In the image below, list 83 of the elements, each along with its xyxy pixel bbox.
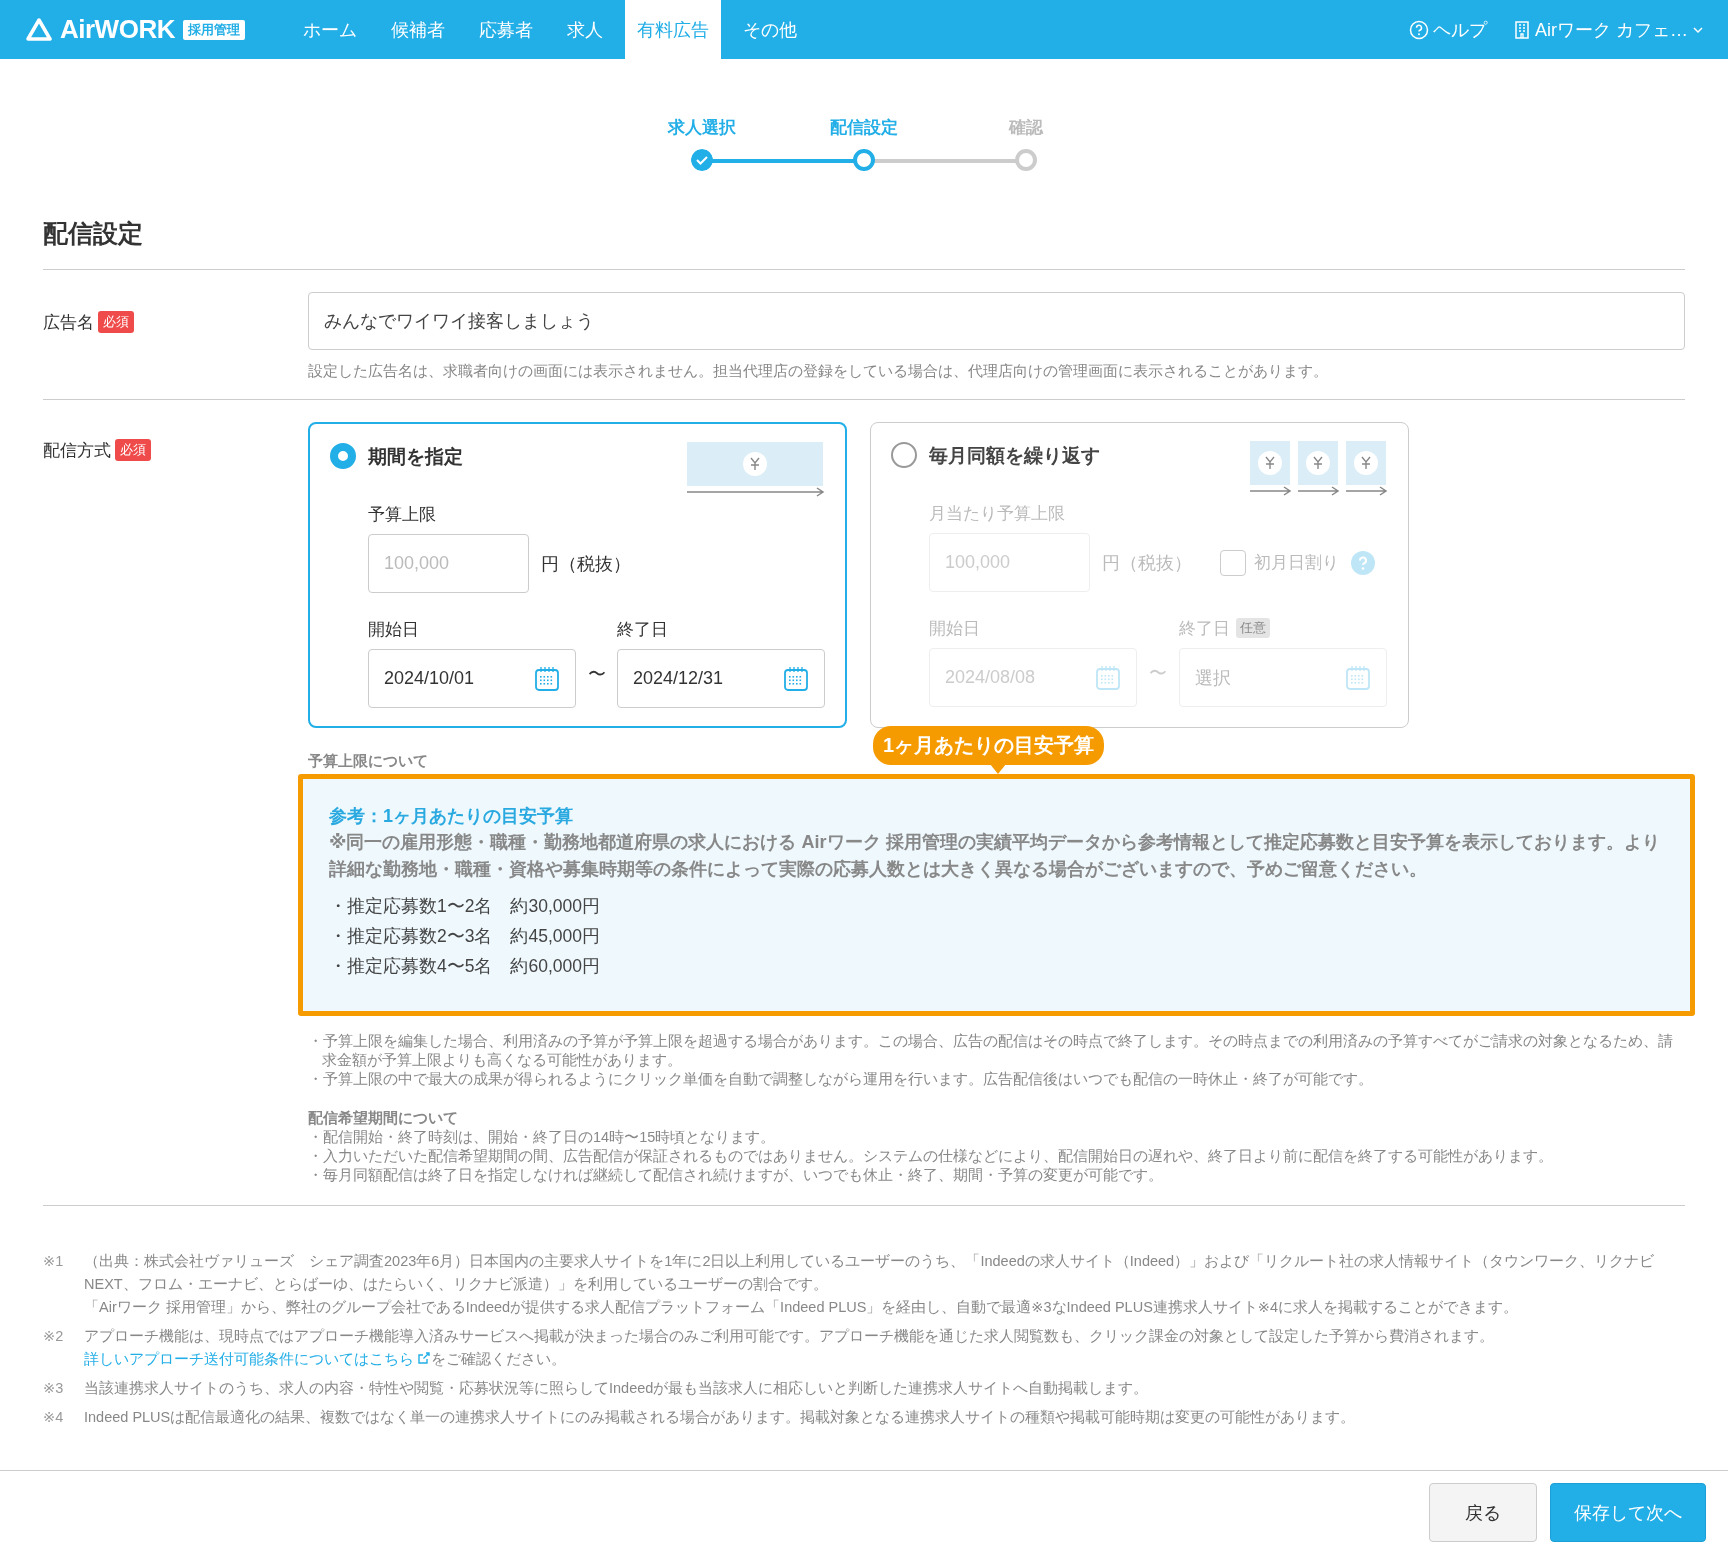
tilde-separator: 〜 bbox=[1148, 662, 1168, 685]
calendar-icon bbox=[534, 665, 560, 692]
field-label: 広告名 bbox=[43, 312, 94, 334]
optional-badge: 任意 bbox=[1236, 618, 1270, 638]
logo-icon bbox=[26, 17, 52, 42]
date-field[interactable]: 2024/12/31 bbox=[617, 649, 825, 708]
footnote-text: をご確認ください。 bbox=[431, 1351, 566, 1367]
timeline-icon bbox=[1250, 441, 1388, 497]
required-badge: 必須 bbox=[115, 439, 151, 461]
required-badge: 必須 bbox=[98, 311, 134, 333]
save-next-button[interactable]: 保存して次へ bbox=[1550, 1483, 1706, 1542]
calendar-icon bbox=[1095, 664, 1121, 691]
help-label: ヘルプ bbox=[1433, 18, 1487, 42]
footnote-text: Indeed PLUSは配信最適化の結果、複数ではなく単一の連携求人サイトにのみ掲載される場合があります。掲載対象となる連携求人サイトの種類や掲載可能時期は変更の可能性があります。 bbox=[84, 1408, 1357, 1427]
notes-heading: 配信希望期間について bbox=[308, 1109, 458, 1128]
footnote-link[interactable]: 詳しいアプローチ送付可能条件についてはこちら bbox=[84, 1351, 431, 1367]
field-label: 終了日 bbox=[617, 618, 668, 641]
note-text: ・入力いただいた配信希望期間の間、広告配信が保証されるものではありません。システムの仕様などにより、配信開始日の遅れや、終了日より前に配信を終了する可能性があります。 bbox=[308, 1147, 1554, 1166]
nav-tab[interactable]: 候補者 bbox=[378, 0, 457, 59]
checkbox-label: 初月日割り bbox=[1254, 552, 1339, 574]
callout-title: 参考：1ヶ月あたりの目安予算 bbox=[329, 805, 574, 828]
calendar-icon bbox=[1345, 664, 1371, 691]
logo-badge: 採用管理 bbox=[182, 19, 245, 40]
account-menu[interactable]: Airワーク カフェ… bbox=[1513, 17, 1704, 42]
help-icon bbox=[1409, 19, 1429, 40]
radio-button[interactable] bbox=[330, 443, 356, 469]
footnote-text: 「Airワーク 採用管理」から、弊社のグループ会社であるIndeedが提供する求人配信プラットフォーム「Indeed PLUS」を経由し、自動で最適※3なIndeed PLUS連携求人サイト※4に求人を掲載することができます。 bbox=[84, 1298, 1520, 1317]
field-label: 月当たり予算上限 bbox=[929, 502, 1066, 525]
note-text: ・予算上限を編集した場合、利用済みの予算が予算上限を超過する場合があります。この場合、広告の配信はその時点で終了します。その時点までの利用済みの予算すべてがご請求の対象となるため、請求金額が予算上限よりも高くなる可能性があります。 bbox=[308, 1032, 1674, 1070]
building-icon bbox=[1513, 19, 1531, 40]
hint-text: 設定した広告名は、求職者向けの画面には表示されません。担当代理店の登録をしている場合は、代理店向けの管理画面に表示されることがあります。 bbox=[308, 362, 1329, 381]
external-link-icon bbox=[417, 1351, 431, 1365]
footnote-text: （出典：株式会社ヴァリューズ シェア調査2023年6月）日本国内の主要求人サイトを1年に2日以上利用しているユーザーのうち、「Indeedの求人サイト（Indeed）」および「リクルート社の求人情報サイト（タウンワーク、リクナビNEXT、フロム・エーナビ、とらばーゆ、はたらいく、リクナビ派遣）」を利用しているユーザーの割合です。 bbox=[84, 1252, 1656, 1294]
logo-text: AirWORK bbox=[60, 14, 175, 45]
help-link[interactable]: ヘルプ bbox=[1409, 17, 1487, 42]
nav-tab[interactable]: 有料広告 bbox=[624, 0, 721, 59]
option-title: 毎月同額を繰り返す bbox=[929, 444, 1100, 468]
footnote-text: アプローチ機能は、現時点ではアプローチ機能導入済みサービスへ掲載が決まった場合のみご利用可能です。アプローチ機能を通じた求人閲覧数も、クリック課金の対象として設定した予算から費消されます。 bbox=[84, 1327, 1495, 1346]
notes-heading: 予算上限について bbox=[308, 752, 428, 771]
step-label: 確認 bbox=[1009, 117, 1043, 138]
option-card[interactable]: 期間を指定 予算上限 100,000 円（税抜） 開始日 2024/10/01 〜 終了日 2024/12/31 bbox=[308, 422, 847, 728]
nav-tab[interactable]: 応募者 bbox=[466, 0, 545, 59]
footnote-text: 当該連携求人サイトのうち、求人の内容・特性や閲覧・応募状況等に照らしてIndeedが最も当該求人に相応しいと判断した連携求人サイトへ自動掲載します。 bbox=[84, 1379, 1150, 1398]
account-name: Airワーク カフェ… bbox=[1535, 18, 1688, 42]
tilde-separator: 〜 bbox=[586, 663, 607, 686]
estimate-item: ・推定応募数1〜2名 約30,000円 bbox=[329, 895, 601, 918]
estimate-item: ・推定応募数2〜3名 約45,000円 bbox=[329, 925, 601, 948]
date-placeholder: 選択 bbox=[1195, 666, 1231, 690]
nav-tab[interactable]: その他 bbox=[730, 0, 809, 59]
option-title: 期間を指定 bbox=[368, 445, 463, 469]
footnote-mark: ※2 bbox=[43, 1327, 65, 1346]
step-label: 求人選択 bbox=[668, 117, 736, 138]
field-label: 配信方式 bbox=[43, 440, 111, 462]
note-text: ・毎月同額配信は終了日を指定しなければ継続して配信され続けますが、いつでも休止・終了、期間・予算の変更が可能です。 bbox=[308, 1166, 1164, 1185]
chevron-down-icon bbox=[1692, 24, 1704, 35]
help-icon bbox=[1351, 550, 1375, 575]
callout-badge: 1ヶ月あたりの目安予算 bbox=[873, 726, 1105, 765]
field-label: 終了日 bbox=[1179, 617, 1230, 640]
input-field[interactable]: みんなでワイワイ接客しましょう bbox=[308, 292, 1685, 350]
footnote-mark: ※4 bbox=[43, 1408, 65, 1427]
field-label: 開始日 bbox=[929, 617, 981, 640]
footnote-mark: ※1 bbox=[43, 1252, 65, 1271]
date-value: 2024/12/31 bbox=[633, 668, 724, 689]
note-text: ・配信開始・終了時刻は、開始・終了日の14時〜15時頃となります。 bbox=[308, 1128, 777, 1147]
unit-label: 円（税抜） bbox=[1102, 551, 1192, 575]
callout-pointer bbox=[990, 764, 1006, 774]
field-label: 開始日 bbox=[368, 618, 420, 641]
calendar-icon bbox=[783, 665, 809, 692]
unit-label: 円（税抜） bbox=[541, 552, 631, 576]
timeline-icon bbox=[687, 442, 825, 498]
footnote-mark: ※3 bbox=[43, 1379, 65, 1398]
callout-text: ※同一の雇用形態・職種・勤務地都道府県の求人における Airワーク 採用管理の実績平均データから参考情報として推定応募数と目安予算を表示しております。より詳細な勤務地・職種・資格や募集時期等の条件によって実際の応募人数とは大きく異なる場合がございますので、予めご留意ください。 bbox=[329, 831, 1661, 881]
step-label: 配信設定 bbox=[830, 117, 898, 138]
note-text: ・予算上限の中で最大の成果が得られるようにクリック単価を自動で調整しながら運用を行います。広告配信後はいつでも配信の一時休止・終了が可能です。 bbox=[308, 1070, 1374, 1089]
budget-input[interactable]: 100,000 bbox=[368, 534, 529, 593]
estimate-item: ・推定応募数4〜5名 約60,000円 bbox=[329, 955, 601, 978]
section-title: 配信設定 bbox=[43, 217, 1685, 270]
nav-tab[interactable]: ホーム bbox=[290, 0, 369, 59]
back-button[interactable]: 戻る bbox=[1429, 1483, 1537, 1542]
date-value: 2024/10/01 bbox=[384, 668, 475, 689]
field-label: 予算上限 bbox=[368, 503, 437, 526]
nav-tab[interactable]: 求人 bbox=[554, 0, 615, 59]
date-field[interactable]: 2024/10/01 bbox=[368, 649, 576, 708]
